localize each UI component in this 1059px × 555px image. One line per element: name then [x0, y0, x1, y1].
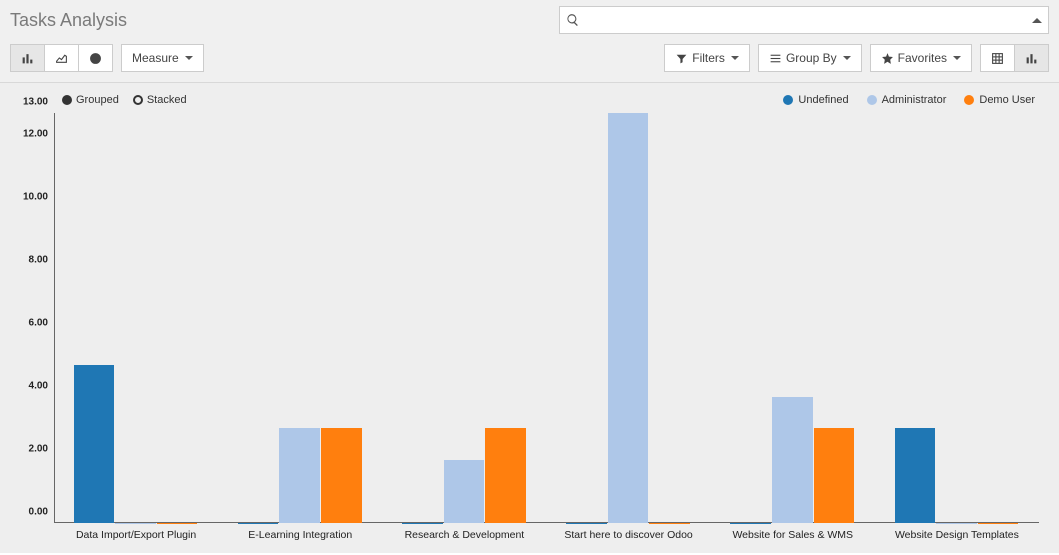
y-tick-label: 2.00 [29, 443, 48, 454]
bar-chart-icon [1025, 52, 1038, 65]
bar-chart-button[interactable] [10, 44, 45, 72]
x-category-label: Start here to discover Odoo [564, 529, 692, 541]
chevron-down-icon [953, 56, 961, 60]
page-title: Tasks Analysis [10, 10, 147, 31]
y-tick-label: 12.00 [23, 128, 48, 139]
bar[interactable] [402, 523, 443, 524]
chart-type-group [10, 44, 113, 72]
legend-dot-icon [964, 95, 974, 105]
chevron-down-icon [731, 56, 739, 60]
y-tick-label: 10.00 [23, 191, 48, 202]
y-tick-label: 8.00 [29, 254, 48, 265]
line-chart-button[interactable] [45, 44, 79, 72]
search-input[interactable] [580, 13, 1032, 28]
stacked-toggle[interactable]: Stacked [133, 94, 187, 106]
line-chart-icon [55, 52, 68, 65]
bar[interactable] [649, 523, 690, 524]
measure-label: Measure [132, 51, 179, 65]
bar[interactable] [566, 523, 607, 524]
bar[interactable] [157, 523, 198, 524]
bar[interactable] [115, 523, 156, 524]
bar[interactable] [895, 428, 936, 523]
bar[interactable] [279, 428, 320, 523]
bar[interactable] [321, 428, 362, 523]
chevron-down-icon [185, 56, 193, 60]
radio-filled-icon [62, 95, 72, 105]
x-category-label: Data Import/Export Plugin [76, 529, 196, 541]
y-axis [54, 113, 55, 523]
pie-chart-icon [89, 52, 102, 65]
bar[interactable] [444, 460, 485, 523]
x-category-label: E-Learning Integration [248, 529, 352, 541]
view-switch-group [980, 44, 1049, 72]
y-tick-label: 13.00 [23, 97, 48, 108]
bar[interactable] [485, 428, 526, 523]
x-category-label: Website for Sales & WMS [732, 529, 853, 541]
x-axis [54, 522, 1039, 523]
plot: 0.002.004.006.008.0010.0012.0013.00Data … [54, 113, 1039, 523]
bar[interactable] [772, 397, 813, 523]
bar[interactable] [730, 523, 771, 524]
bar-chart-icon [21, 52, 34, 65]
bar[interactable] [238, 523, 279, 524]
chart-area: Grouped Stacked Undefined Administrator De… [0, 83, 1059, 553]
pie-chart-button[interactable] [79, 44, 113, 72]
x-category-label: Website Design Templates [895, 529, 1019, 541]
y-tick-label: 4.00 [29, 380, 48, 391]
measure-dropdown[interactable]: Measure [121, 44, 204, 72]
pivot-view-button[interactable] [980, 44, 1015, 72]
filter-icon [675, 52, 688, 65]
groupby-dropdown[interactable]: Group By [758, 44, 862, 72]
search-box[interactable] [559, 6, 1049, 34]
star-icon [881, 52, 894, 65]
legend-dot-icon [867, 95, 877, 105]
chevron-down-icon [843, 56, 851, 60]
favorites-label: Favorites [898, 51, 947, 65]
radio-empty-icon [133, 95, 143, 105]
search-icon [566, 13, 580, 27]
list-icon [769, 52, 782, 65]
legend-label: Demo User [979, 94, 1035, 106]
stacked-label: Stacked [147, 94, 187, 106]
series-legend: Undefined Administrator Demo User [783, 94, 1035, 106]
graph-view-button[interactable] [1015, 44, 1049, 72]
bar[interactable] [936, 523, 977, 524]
y-tick-label: 0.00 [29, 507, 48, 518]
favorites-dropdown[interactable]: Favorites [870, 44, 972, 72]
collapse-search-icon[interactable] [1032, 18, 1042, 23]
table-icon [991, 52, 1004, 65]
filters-dropdown[interactable]: Filters [664, 44, 750, 72]
legend-label: Undefined [798, 94, 848, 106]
grouped-toggle[interactable]: Grouped [62, 94, 119, 106]
bar[interactable] [608, 113, 649, 523]
bar[interactable] [978, 523, 1019, 524]
bar[interactable] [814, 428, 855, 523]
filters-label: Filters [692, 51, 725, 65]
legend-item[interactable]: Administrator [867, 94, 947, 106]
groupby-label: Group By [786, 51, 837, 65]
legend-label: Administrator [882, 94, 947, 106]
legend-item[interactable]: Demo User [964, 94, 1035, 106]
legend-item[interactable]: Undefined [783, 94, 848, 106]
legend-dot-icon [783, 95, 793, 105]
bar[interactable] [74, 365, 115, 523]
grouped-label: Grouped [76, 94, 119, 106]
y-tick-label: 6.00 [29, 317, 48, 328]
x-category-label: Research & Development [405, 529, 525, 541]
